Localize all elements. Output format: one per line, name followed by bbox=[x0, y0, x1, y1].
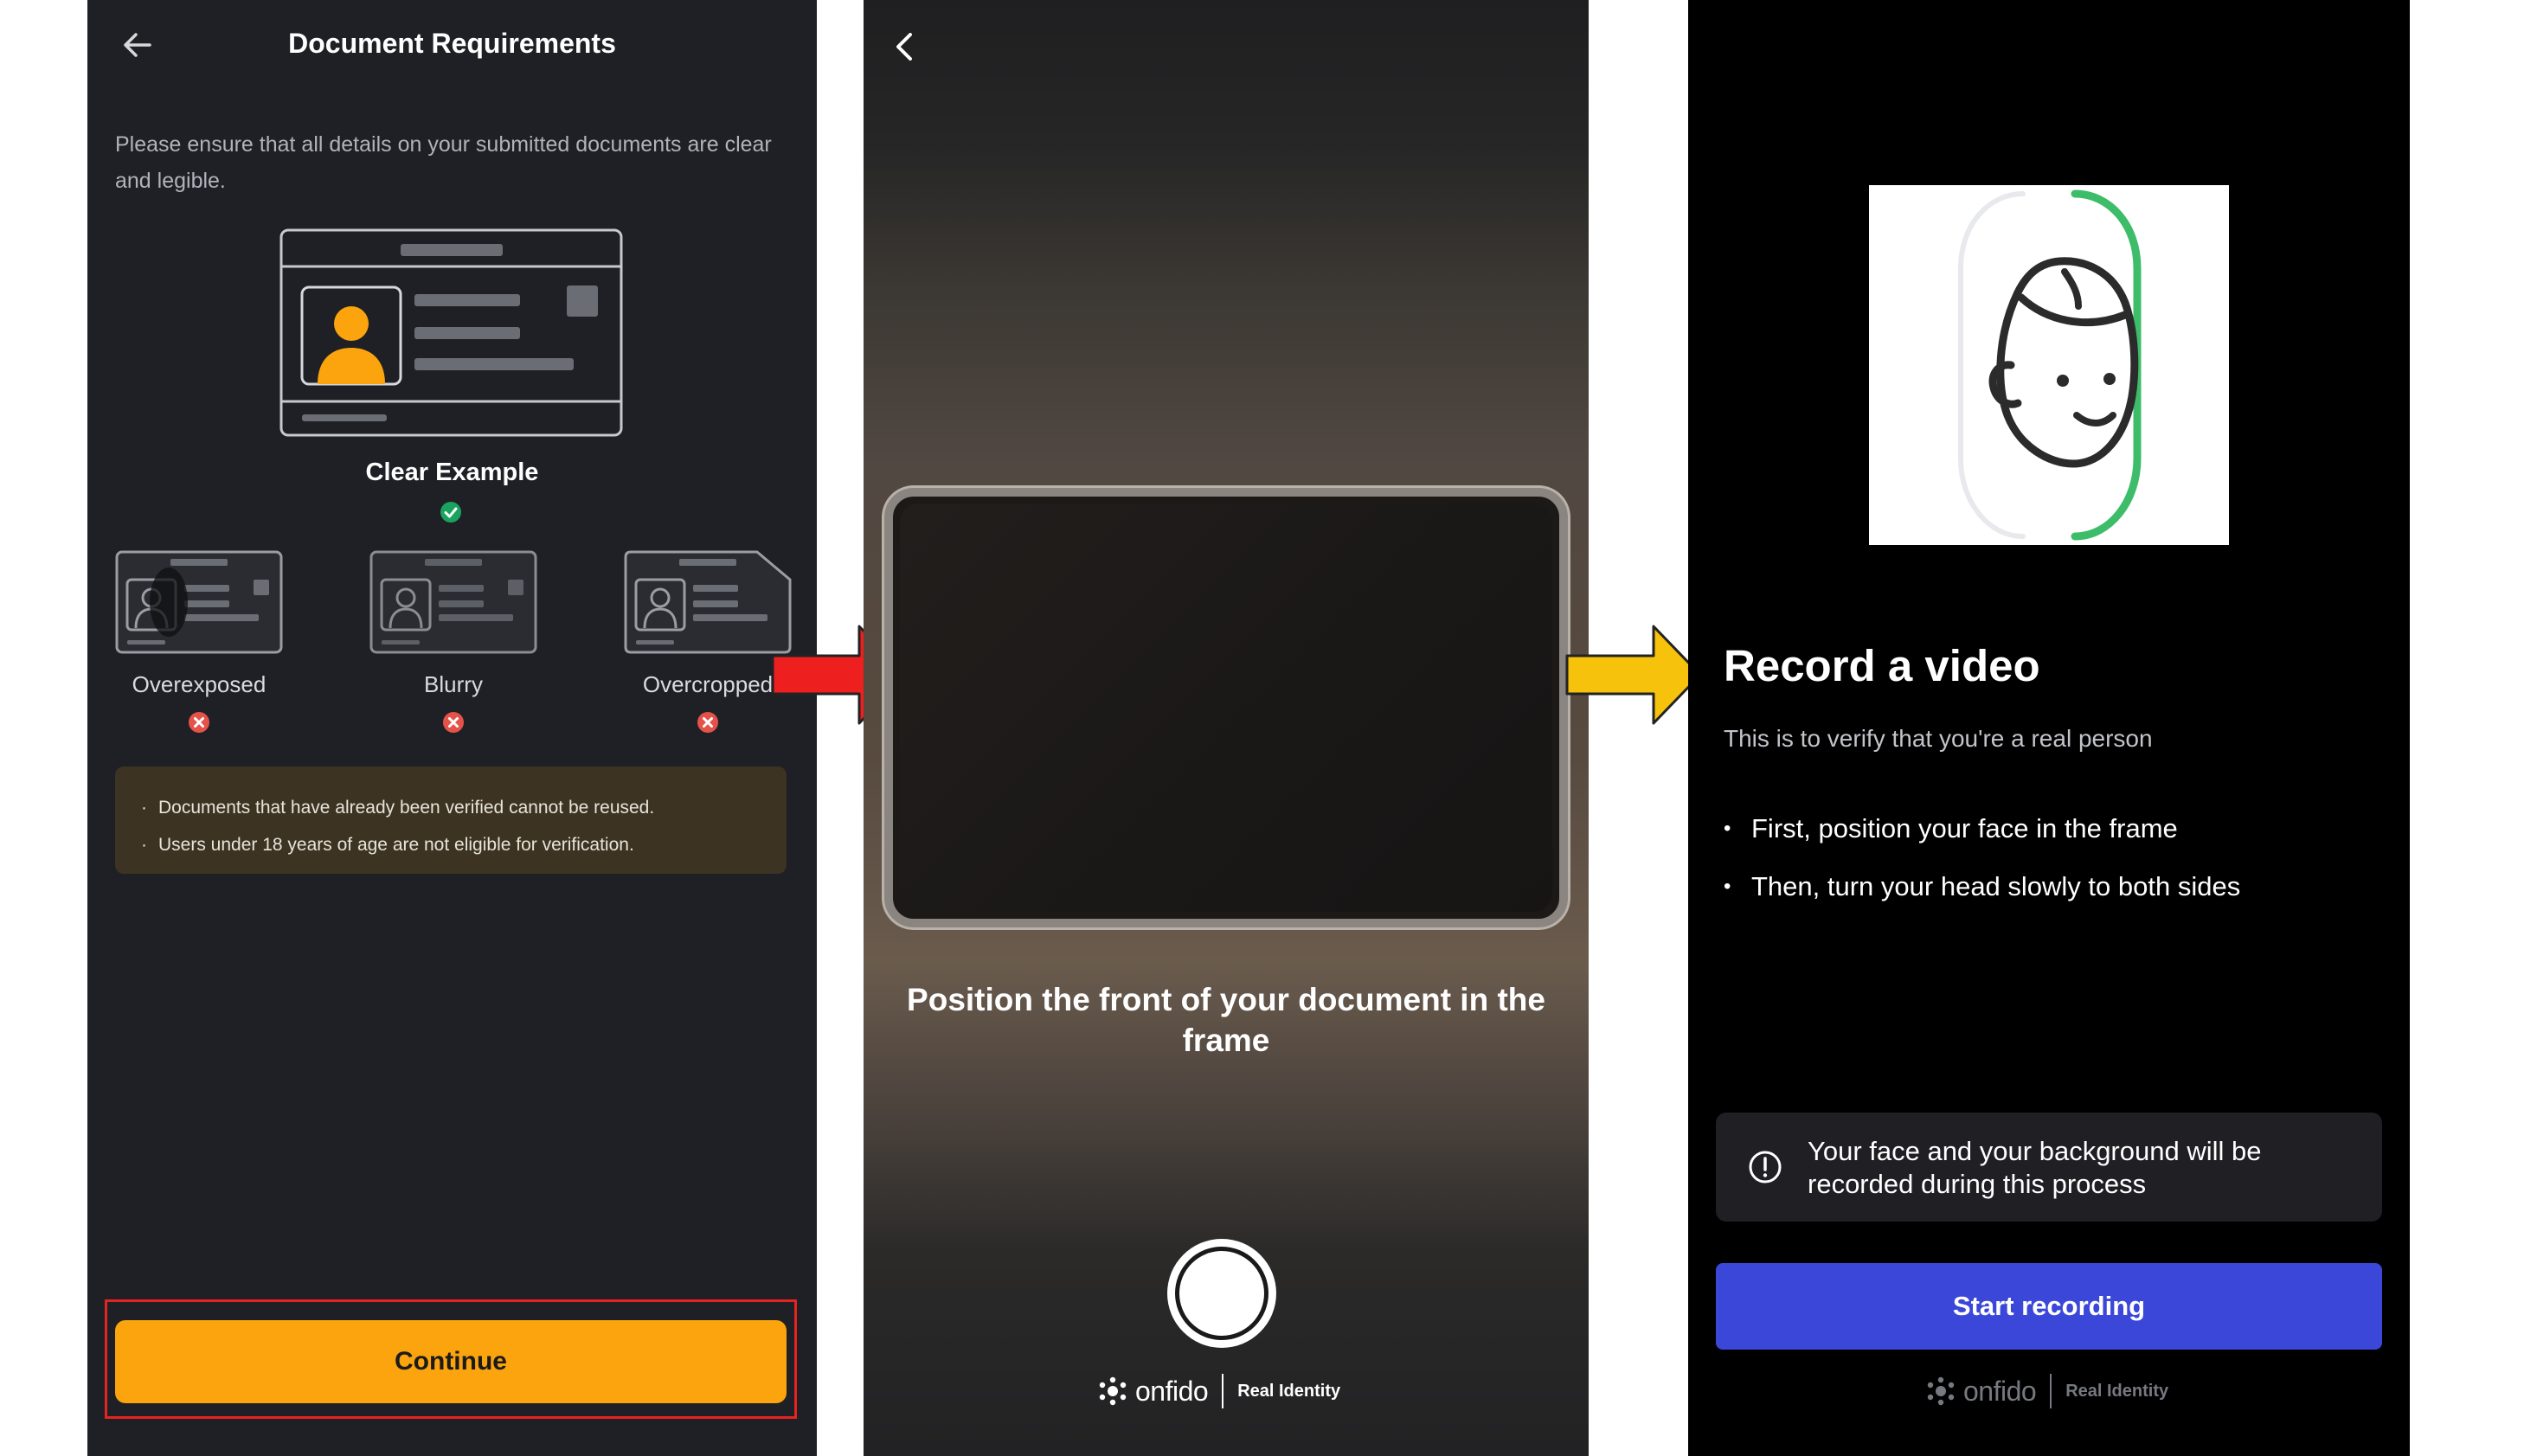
x-circle-icon bbox=[697, 712, 718, 733]
bad-example-overexposed: Overexposed bbox=[115, 550, 283, 734]
start-recording-button[interactable]: Start recording bbox=[1716, 1263, 2382, 1350]
brand-name: onfido bbox=[1135, 1375, 1209, 1407]
shutter-button[interactable] bbox=[1167, 1239, 1276, 1348]
clear-example-label: Clear Example bbox=[365, 459, 539, 486]
flow-illustration: Document Requirements Please ensure that… bbox=[0, 0, 2524, 1456]
brand-tagline: Real Identity bbox=[2065, 1381, 2169, 1401]
x-circle-icon bbox=[443, 712, 464, 733]
clear-document-illustration bbox=[279, 228, 623, 437]
info-icon bbox=[1749, 1151, 1782, 1183]
eligibility-notice: Documents that have already been verifie… bbox=[115, 766, 787, 874]
x-circle-icon bbox=[189, 712, 209, 733]
onfido-branding: onfido Real Identity bbox=[1097, 1374, 1340, 1408]
check-circle-icon bbox=[440, 502, 461, 523]
overexposed-label: Overexposed bbox=[132, 671, 267, 697]
capture-instruction: Position the front of your document in t… bbox=[907, 982, 1545, 1058]
instruction-list: First, position your face in the frame T… bbox=[1724, 799, 2381, 915]
overcropped-label: Overcropped bbox=[642, 671, 774, 697]
list-item: Then, turn your head slowly to both side… bbox=[1724, 857, 2381, 915]
brand-tagline: Real Identity bbox=[1237, 1381, 1341, 1401]
page-subtitle: This is to verify that you're a real per… bbox=[1724, 725, 2153, 752]
onfido-branding: onfido Real Identity bbox=[1925, 1374, 2168, 1408]
privacy-info-text: Your face and your background will be re… bbox=[1808, 1136, 2262, 1199]
privacy-info-banner: Your face and your background will be re… bbox=[1716, 1113, 2382, 1222]
face-icon bbox=[1869, 185, 2229, 545]
overexposed-document-icon bbox=[115, 550, 283, 654]
overcropped-document-icon bbox=[624, 550, 792, 654]
brand-name: onfido bbox=[1963, 1375, 2037, 1407]
notice-item: Documents that have already been verifie… bbox=[141, 789, 787, 826]
blurry-document-icon bbox=[369, 550, 537, 654]
record-video-screen: Record a video This is to verify that yo… bbox=[1688, 0, 2410, 1456]
document-requirements-screen: Document Requirements Please ensure that… bbox=[87, 0, 817, 1456]
list-item: First, position your face in the frame bbox=[1724, 799, 2381, 857]
camera-viewfinder bbox=[900, 504, 1552, 912]
intro-text: Please ensure that all details on your s… bbox=[115, 132, 772, 193]
continue-button[interactable]: Continue bbox=[115, 1320, 787, 1403]
brand-divider bbox=[1222, 1374, 1224, 1408]
bad-example-overcropped: Overcropped bbox=[624, 550, 792, 734]
page-title: Record a video bbox=[1724, 641, 2040, 690]
chevron-left-icon[interactable] bbox=[890, 29, 919, 64]
blurry-label: Blurry bbox=[424, 671, 483, 697]
page-title: Document Requirements bbox=[288, 28, 616, 59]
document-frame bbox=[884, 488, 1568, 927]
document-capture-screen: Position the front of your document in t… bbox=[864, 0, 1589, 1456]
notice-item: Users under 18 years of age are not elig… bbox=[141, 826, 787, 863]
flow-arrow-yellow bbox=[1565, 625, 1702, 725]
shutter-ring bbox=[1175, 1247, 1268, 1340]
onfido-logo-icon bbox=[1927, 1376, 1955, 1406]
onfido-logo-icon bbox=[1099, 1376, 1127, 1406]
bad-example-blurry: Blurry bbox=[369, 550, 537, 734]
brand-divider bbox=[2050, 1374, 2052, 1408]
